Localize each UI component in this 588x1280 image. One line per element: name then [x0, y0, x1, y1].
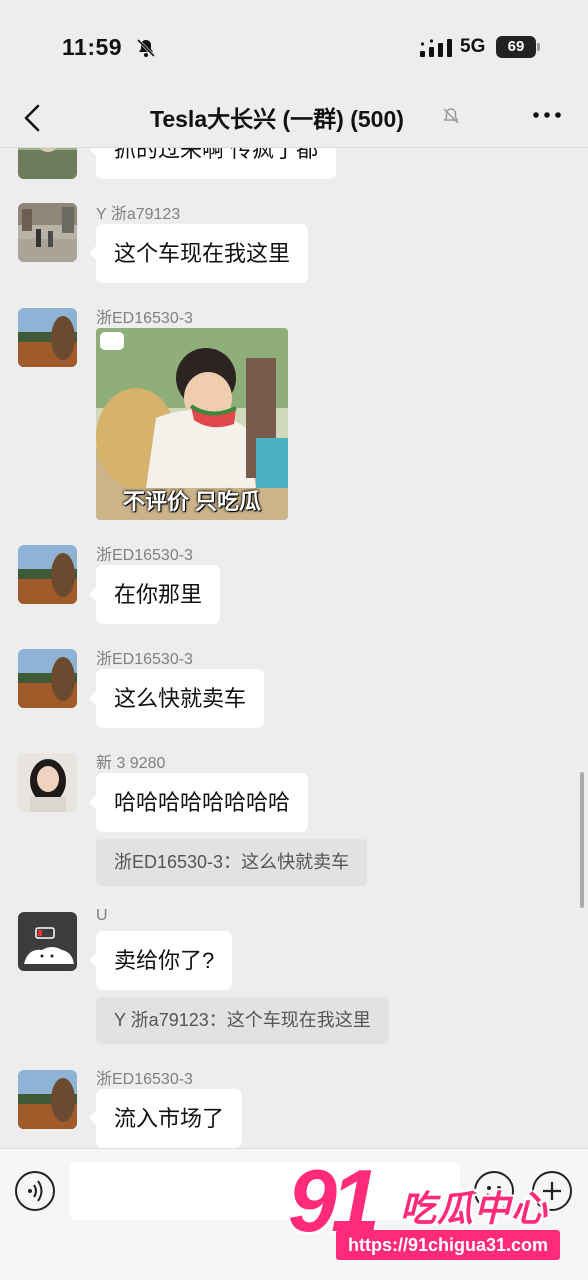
sender-name: 新 3 9280 — [96, 755, 166, 772]
sender-name: 浙ED16530-3 — [96, 1071, 193, 1088]
avatar[interactable] — [18, 912, 77, 971]
message-bubble[interactable]: 抓的过来啊 传疯了都 — [88, 148, 337, 179]
avatar[interactable] — [18, 649, 77, 708]
message-list[interactable]: 抓的过来啊 传疯了都 Y 浙a79123 这个车现在我这里 浙ED16530-3 — [0, 148, 588, 1148]
sticker-image[interactable]: 不评价 只吃瓜 — [96, 328, 288, 520]
avatar[interactable] — [18, 148, 77, 179]
network-type: 5G — [460, 36, 486, 57]
signal-icon — [420, 39, 452, 57]
sender-name: Y 浙a79123 — [96, 206, 181, 223]
sticker-caption: 不评价 只吃瓜 — [122, 489, 262, 514]
avatar[interactable] — [18, 203, 77, 262]
battery-indicator: 69 — [496, 36, 540, 58]
message-bubble[interactable]: 这么快就卖车 — [88, 669, 265, 728]
watermark-name: 吃瓜中心 — [400, 1188, 549, 1229]
back-arrow-icon[interactable] — [18, 98, 48, 138]
message-bubble[interactable]: 卖给你了? — [88, 931, 233, 990]
status-time: 11:59 — [62, 34, 123, 60]
status-bar: 11:59 5G 69 — [0, 0, 588, 92]
message-bubble[interactable]: 流入市场了 — [88, 1089, 243, 1148]
sender-name: 浙ED16530-3 — [96, 310, 193, 327]
sender-name: U — [96, 907, 108, 924]
message-bubble[interactable]: 哈哈哈哈哈哈哈哈 — [88, 773, 309, 832]
watermark-logo: 91 吃瓜中心 https://91chigua31.com — [288, 1150, 588, 1268]
watermark-url: https://91chigua31.com — [336, 1230, 561, 1260]
scroll-indicator[interactable] — [580, 772, 584, 908]
message-bubble[interactable]: 在你那里 — [88, 565, 221, 624]
quoted-reply[interactable]: Y 浙a79123：这个车现在我这里 — [96, 997, 389, 1044]
voice-wave-icon — [28, 1180, 43, 1202]
avatar[interactable] — [18, 545, 77, 604]
sender-name: 浙ED16530-3 — [96, 651, 193, 668]
bell-off-icon — [136, 38, 156, 58]
message-bubble[interactable]: 这个车现在我这里 — [88, 224, 309, 283]
mute-bell-icon — [443, 108, 459, 124]
sender-name: 浙ED16530-3 — [96, 547, 193, 564]
voice-button[interactable] — [15, 1171, 55, 1211]
more-options-icon[interactable] — [530, 100, 564, 130]
avatar[interactable] — [18, 1070, 77, 1129]
avatar[interactable] — [18, 308, 77, 367]
quoted-reply[interactable]: 浙ED16530-3：这么快就卖车 — [96, 839, 368, 886]
chat-title: Tesla大长兴 (一群) (500) — [150, 106, 404, 132]
chat-header: Tesla大长兴 (一群) (500) — [0, 92, 588, 148]
avatar[interactable] — [18, 753, 77, 812]
